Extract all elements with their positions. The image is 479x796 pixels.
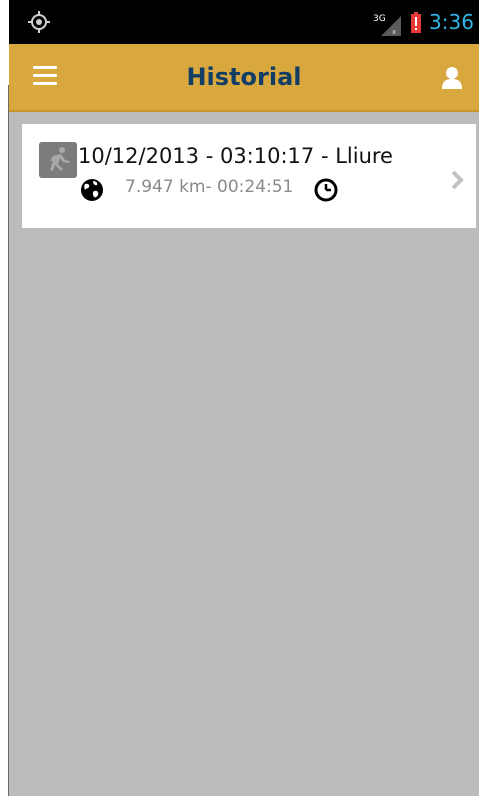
- battery-alert-icon: [411, 12, 421, 33]
- history-list: 10/12/2013 - 03:10:17 - Lliure 7.947 km-…: [9, 112, 479, 796]
- chevron-right-icon: [451, 170, 464, 190]
- user-icon[interactable]: [441, 66, 463, 90]
- status-bar: 3G x 3:36: [9, 0, 479, 44]
- status-time: 3:36: [429, 10, 474, 34]
- history-item[interactable]: 10/12/2013 - 03:10:17 - Lliure 7.947 km-…: [22, 124, 476, 228]
- gps-icon: [28, 11, 50, 33]
- globe-icon: [81, 179, 103, 201]
- svg-text:x: x: [392, 28, 396, 36]
- page-title: Historial: [186, 63, 302, 91]
- runner-thumbnail-icon: [39, 142, 77, 178]
- signal-3g-icon: 3G x: [373, 14, 401, 36]
- history-item-title: 10/12/2013 - 03:10:17 - Lliure: [78, 144, 393, 168]
- history-item-summary: 7.947 km- 00:24:51: [125, 177, 294, 197]
- menu-icon[interactable]: [33, 66, 57, 88]
- network-label: 3G: [373, 14, 386, 24]
- clock-icon: [314, 178, 338, 202]
- app-bar: Historial: [9, 44, 479, 112]
